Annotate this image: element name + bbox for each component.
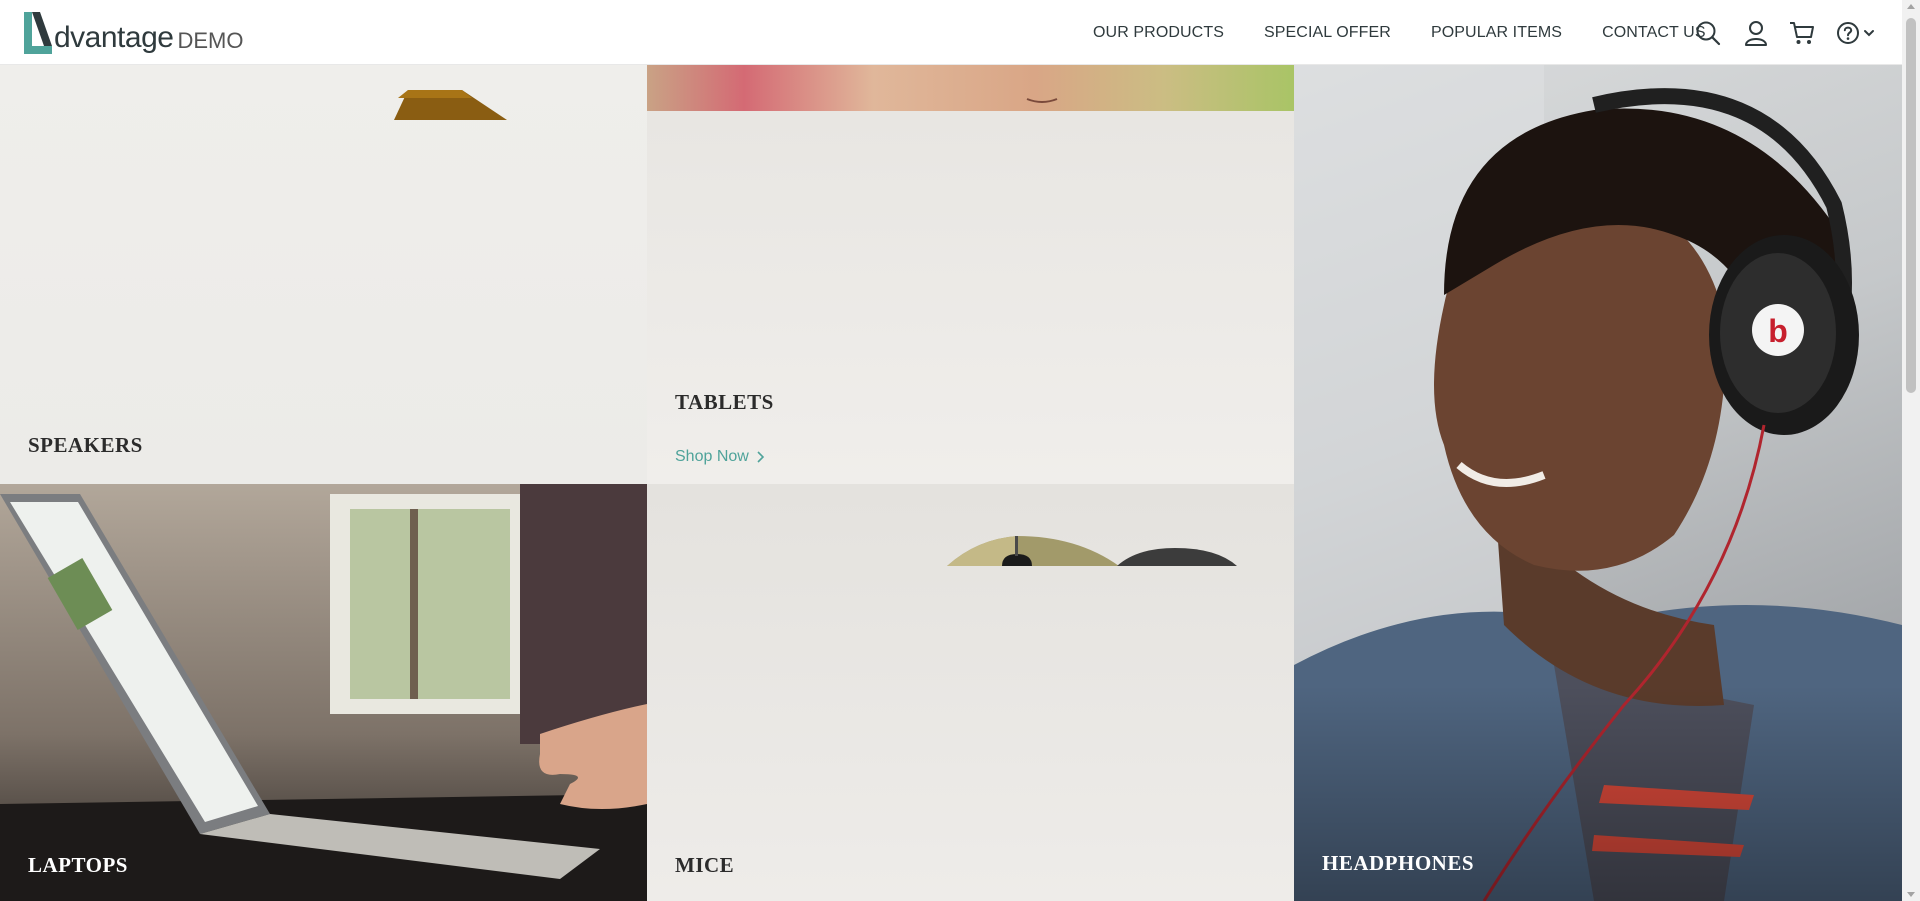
help-menu[interactable] [1836, 21, 1876, 45]
category-tile-mice[interactable]: MICE [647, 484, 1294, 901]
chevron-right-icon [757, 451, 764, 463]
speaker-image [394, 90, 507, 120]
category-tile-headphones[interactable]: b HEADPHONES [1294, 65, 1902, 901]
shop-now-label: Shop Now [675, 448, 749, 465]
category-tile-speakers[interactable]: SPEAKERS [0, 65, 647, 484]
tablets-title: TABLETS [675, 390, 774, 414]
logo[interactable]: dvantage DEMO [22, 10, 243, 56]
search-icon[interactable] [1694, 19, 1722, 47]
headphones-image: b [1294, 65, 1902, 901]
headphones-title: HEADPHONES [1322, 851, 1475, 875]
help-icon [1837, 21, 1859, 44]
laptops-title: LAPTOPS [28, 853, 128, 877]
nav-contact-us[interactable]: CONTACT US [1602, 24, 1706, 42]
category-tile-tablets[interactable]: TABLETS Shop Now [647, 65, 1294, 484]
cart-icon[interactable] [1788, 19, 1816, 47]
nav-popular-items[interactable]: POPULAR ITEMS [1431, 24, 1562, 42]
mice-title: MICE [675, 853, 735, 877]
logo-demo-label: DEMO [177, 28, 244, 53]
shop-now-link[interactable]: Shop Now [675, 448, 765, 466]
mice-image [947, 536, 1237, 566]
tablets-image [647, 65, 1294, 111]
nav-our-products[interactable]: OUR PRODUCTS [1093, 24, 1224, 42]
main-nav: OUR PRODUCTS SPECIAL OFFER POPULAR ITEMS… [1093, 0, 1706, 65]
site-header: dvantage DEMO OUR PRODUCTS SPECIAL OFFER… [0, 0, 1902, 65]
page-scrollbar[interactable] [1902, 0, 1920, 901]
laptop-image [0, 484, 647, 901]
svg-text:b: b [1768, 313, 1788, 349]
scroll-up-arrow[interactable] [1907, 4, 1915, 9]
logo-mark [24, 12, 52, 54]
header-icons [1694, 0, 1876, 65]
speakers-title: SPEAKERS [28, 433, 143, 457]
user-icon[interactable] [1742, 19, 1770, 47]
scroll-down-arrow[interactable] [1907, 892, 1915, 897]
scroll-thumb[interactable] [1906, 18, 1916, 393]
category-tile-laptops[interactable]: LAPTOPS [0, 484, 647, 901]
logo-wordmark: dvantage [54, 21, 174, 54]
nav-special-offer[interactable]: SPECIAL OFFER [1264, 24, 1391, 42]
chevron-down-icon [1864, 29, 1874, 36]
